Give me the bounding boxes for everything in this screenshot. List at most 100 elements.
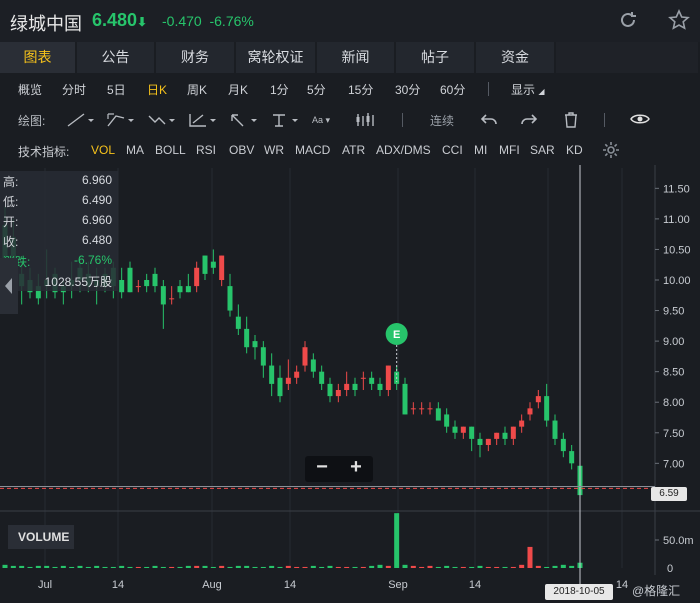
y-tick-label: 7.00 <box>663 458 684 470</box>
volume-bar <box>452 566 458 568</box>
candle-style-icon[interactable] <box>354 112 378 128</box>
period-overview[interactable]: 概览 <box>18 81 42 98</box>
display-dropdown[interactable]: 显示 ◢ <box>511 81 545 98</box>
candle-body <box>244 328 250 348</box>
continuous-toggle[interactable]: 连续 <box>430 112 454 129</box>
zoom-in-button[interactable]: + <box>341 456 371 479</box>
volume-bar <box>369 565 375 568</box>
undo-icon[interactable] <box>480 112 498 128</box>
candle-body <box>160 286 166 305</box>
volume-bar <box>327 565 333 568</box>
volume-bar <box>460 566 466 568</box>
volume-bar <box>352 566 358 568</box>
tab-announcements[interactable]: 公告 <box>77 42 156 73</box>
tab-financials[interactable]: 财务 <box>156 42 236 73</box>
indicator-mfi[interactable]: MFI <box>499 143 520 157</box>
volume-bar <box>202 565 208 568</box>
refresh-icon[interactable] <box>617 9 639 31</box>
text-tool-icon[interactable] <box>270 112 300 128</box>
candle-body <box>252 341 258 348</box>
redo-icon[interactable] <box>520 112 538 128</box>
tab-news[interactable]: 新闻 <box>317 42 396 73</box>
x-tick-label: 14 <box>616 579 628 591</box>
indicator-rsi[interactable]: RSI <box>196 143 216 157</box>
y-tick-label: 8.50 <box>663 367 684 379</box>
y-tick-label: 9.00 <box>663 336 684 348</box>
eye-icon[interactable] <box>630 112 650 126</box>
candle-body <box>510 426 516 439</box>
volume-bar <box>77 565 83 568</box>
volume-bar <box>552 565 558 568</box>
candle-body <box>152 273 158 287</box>
indicator-adx-dms[interactable]: ADX/DMS <box>376 143 431 157</box>
fib-tool-icon[interactable] <box>188 112 218 128</box>
period-5day[interactable]: 5日 <box>107 81 126 98</box>
period-5min[interactable]: 5分 <box>307 81 326 98</box>
indicator-macd[interactable]: MACD <box>295 143 330 157</box>
line-tool-icon[interactable] <box>66 112 96 128</box>
candle-body <box>419 408 425 410</box>
volume-bar <box>394 513 400 568</box>
stock-name: 绿城中国 <box>10 14 82 34</box>
period-30min[interactable]: 30分 <box>395 81 420 98</box>
crosshair-date: 2018-10-05 <box>545 584 613 600</box>
volume-bar <box>435 566 441 568</box>
volume-bar <box>494 566 500 568</box>
candle-body <box>360 377 366 379</box>
font-size-tool[interactable]: Aa ▾ <box>312 115 330 126</box>
indicator-obv[interactable]: OBV <box>229 143 254 157</box>
indicator-ma[interactable]: MA <box>126 143 144 157</box>
period-daily-k[interactable]: 日K <box>147 81 167 98</box>
indicator-wr[interactable]: WR <box>264 143 284 157</box>
scroll-left-button[interactable] <box>0 258 18 314</box>
tab-chart[interactable]: 图表 <box>0 42 77 73</box>
arrow-tool-icon[interactable] <box>229 112 259 128</box>
period-1min[interactable]: 1分 <box>270 81 289 98</box>
info-high: 高: 6.960 <box>3 173 112 189</box>
trash-icon[interactable] <box>563 111 579 129</box>
ray-tool-icon[interactable] <box>106 112 136 128</box>
indicator-sar[interactable]: SAR <box>530 143 555 157</box>
period-60min[interactable]: 60分 <box>440 81 465 98</box>
down-arrow-icon: ⬇ <box>137 15 148 29</box>
candle-body <box>427 408 433 410</box>
volume-bar <box>152 565 158 568</box>
volume-bar <box>260 566 266 568</box>
indicator-cci[interactable]: CCI <box>442 143 463 157</box>
period-bar: 概览 分时 5日 日K 周K 月K 1分 5分 15分 30分 60分 显示 ◢ <box>0 75 700 103</box>
period-weekly-k[interactable]: 周K <box>187 81 207 98</box>
period-15min[interactable]: 15分 <box>348 81 373 98</box>
candle-body <box>127 267 133 293</box>
volume-bar <box>185 565 191 568</box>
volume-bar <box>127 566 133 568</box>
candle-body <box>560 438 566 452</box>
candle-body <box>235 316 241 329</box>
settings-icon[interactable] <box>602 141 620 159</box>
volume-bar <box>19 565 25 568</box>
candle-body <box>177 286 183 293</box>
indicator-mi[interactable]: MI <box>474 143 487 157</box>
candle-body <box>144 280 150 287</box>
candle-body <box>552 420 558 439</box>
indicator-atr[interactable]: ATR <box>342 143 365 157</box>
volume-bar <box>2 564 8 568</box>
indicator-vol[interactable]: VOL <box>91 143 115 157</box>
tab-warrants[interactable]: 窝轮权证 <box>236 42 317 73</box>
volume-bar <box>377 564 383 568</box>
tab-posts[interactable]: 帖子 <box>396 42 476 73</box>
volume-bar <box>360 566 366 568</box>
wave-tool-icon[interactable] <box>147 112 177 128</box>
volume-bar <box>60 565 66 568</box>
indicator-boll[interactable]: BOLL <box>155 143 186 157</box>
zoom-out-button[interactable]: − <box>307 456 337 479</box>
candle-body <box>344 383 350 390</box>
period-intraday[interactable]: 分时 <box>62 81 86 98</box>
zoom-control: − + <box>305 456 373 482</box>
tab-funds[interactable]: 资金 <box>476 42 556 73</box>
indicator-kd[interactable]: KD <box>566 143 583 157</box>
volume-bar <box>10 565 16 568</box>
candle-body <box>319 371 325 384</box>
star-icon[interactable] <box>668 9 690 31</box>
candle-body <box>460 426 466 433</box>
period-monthly-k[interactable]: 月K <box>228 81 248 98</box>
